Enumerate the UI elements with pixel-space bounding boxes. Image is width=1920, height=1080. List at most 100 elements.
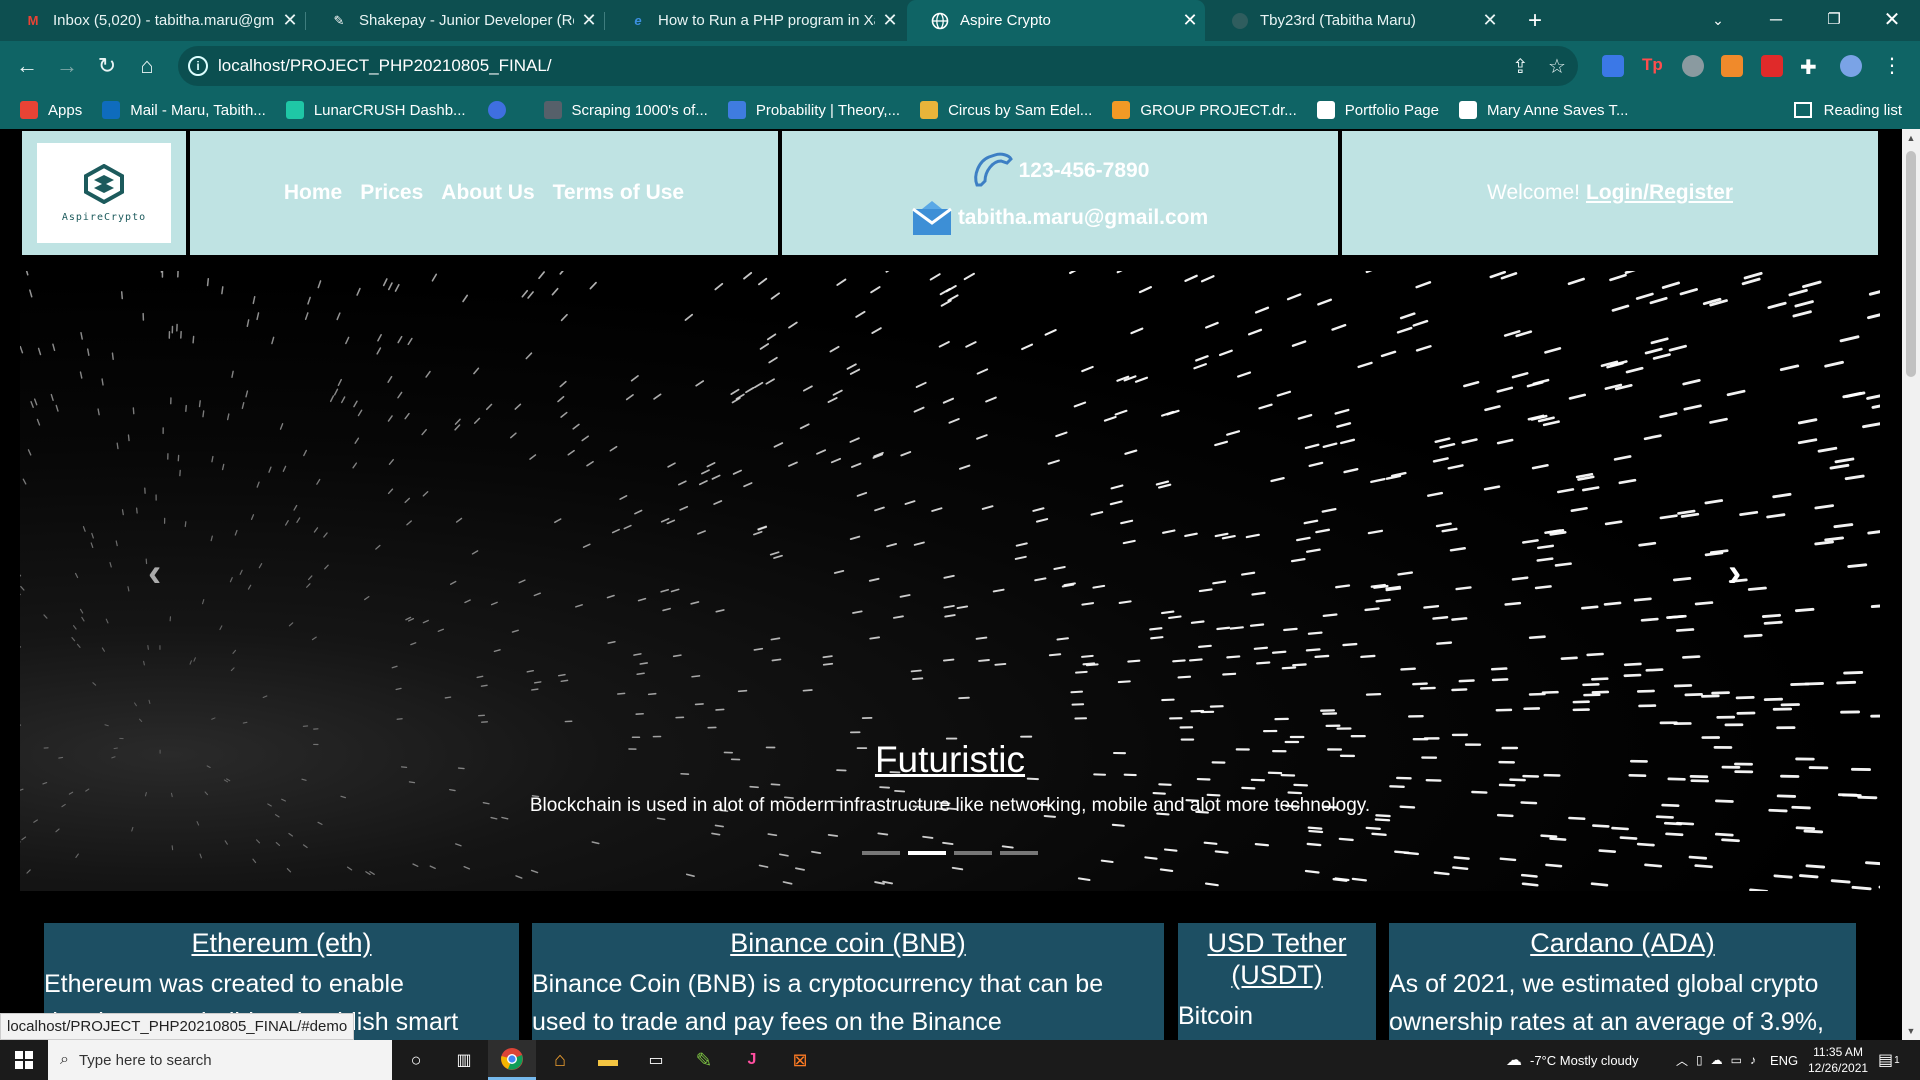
weather-widget[interactable]: ☁ -7°C Mostly cloudy xyxy=(1506,1040,1639,1080)
nav-home[interactable]: Home xyxy=(284,181,342,205)
card-text-line: used to trade and pay fees on the Binanc… xyxy=(532,1008,1002,1036)
chrome-taskbar-icon[interactable] xyxy=(488,1040,536,1080)
tray-chevron-icon[interactable]: ︿ xyxy=(1676,1052,1688,1069)
bookmark-item[interactable]: Circus by Sam Edel... xyxy=(920,101,1092,119)
tab-aspire-crypto[interactable]: Aspire Crypto ✕ xyxy=(907,0,1205,41)
code-editor-icon[interactable]: ✎ xyxy=(680,1040,728,1080)
display-icon[interactable]: ▭ xyxy=(1731,1053,1742,1067)
close-tab-icon[interactable]: ✕ xyxy=(1475,10,1505,31)
task-view-icon[interactable]: ▥ xyxy=(440,1040,488,1080)
gmail-icon: M xyxy=(27,13,39,28)
close-tab-icon[interactable]: ✕ xyxy=(875,10,905,31)
address-bar[interactable]: i localhost/PROJECT_PHP20210805_FINAL/ ⇪… xyxy=(178,46,1578,86)
tab-shakepay[interactable]: ✎ Shakepay - Junior Developer (Re ✕ xyxy=(306,0,604,41)
new-tab-button[interactable]: + xyxy=(1518,4,1552,38)
bookmark-item[interactable]: Probability | Theory,... xyxy=(727,101,900,119)
login-register-link[interactable]: Login/Register xyxy=(1586,181,1733,205)
system-tray[interactable]: ︿ ▯ ☁ ▭ ♪ xyxy=(1676,1040,1756,1080)
card-binance: Binance coin (BNB) Binance Coin (BNB) is… xyxy=(532,923,1164,1040)
card-text-line: Binance Coin (BNB) is a cryptocurrency t… xyxy=(532,970,1104,998)
volume-icon[interactable]: ♪ xyxy=(1750,1053,1756,1067)
metamask-icon[interactable] xyxy=(1721,55,1743,77)
site-logo[interactable]: AspireCrypto xyxy=(37,143,171,243)
tab-gmail[interactable]: M Inbox (5,020) - tabitha.maru@gm ✕ xyxy=(0,0,305,41)
carousel-indicator[interactable] xyxy=(954,851,992,855)
profile-avatar[interactable] xyxy=(1840,55,1862,77)
card-text-line: ownership rates at an average of 3.9%, xyxy=(1389,1008,1824,1036)
close-tab-icon[interactable]: ✕ xyxy=(574,10,604,31)
clock[interactable]: 11:35 AM 12/26/2021 xyxy=(1808,1040,1868,1080)
carousel-next-icon[interactable]: › xyxy=(1728,551,1741,596)
home-app-icon[interactable]: ⌂ xyxy=(536,1040,584,1080)
close-tab-icon[interactable]: ✕ xyxy=(1175,10,1205,31)
card-title[interactable]: Cardano (ADA) xyxy=(1389,927,1856,959)
card-text-line: As of 2021, we estimated global crypto xyxy=(1389,970,1819,998)
tab-search-chevron-icon[interactable]: ⌄ xyxy=(1690,0,1746,41)
tab-php-guide[interactable]: e How to Run a PHP program in Xa ✕ xyxy=(605,0,905,41)
hero-carousel: ‹ › Futuristic Blockchain is used in alo… xyxy=(20,271,1880,891)
close-tab-icon[interactable]: ✕ xyxy=(275,10,305,31)
nav-prices[interactable]: Prices xyxy=(360,181,423,205)
card-title[interactable]: Binance coin (BNB) xyxy=(532,927,1164,959)
scroll-down-icon[interactable]: ▼ xyxy=(1902,1026,1920,1036)
bookmark-star-icon[interactable]: ☆ xyxy=(1548,54,1566,79)
back-button[interactable]: ← xyxy=(10,49,44,83)
forward-button[interactable]: → xyxy=(50,49,84,83)
card-title[interactable]: USD Tether (USDT) xyxy=(1178,927,1376,991)
language-indicator[interactable]: ENG xyxy=(1770,1040,1798,1080)
notification-center-icon[interactable]: ▤ 1 xyxy=(1878,1040,1900,1080)
minimize-button[interactable]: ─ xyxy=(1748,0,1804,41)
terminal-icon[interactable]: ▭ xyxy=(632,1040,680,1080)
url-text[interactable]: localhost/PROJECT_PHP20210805_FINAL/ xyxy=(218,56,552,76)
tab-github[interactable]: Tby23rd (Tabitha Maru) ✕ xyxy=(1207,0,1505,41)
scrollbar-thumb[interactable] xyxy=(1906,151,1916,377)
carousel-indicator[interactable] xyxy=(862,851,900,855)
bookmark-item[interactable] xyxy=(487,101,516,119)
cortana-icon[interactable]: ○ xyxy=(392,1040,440,1080)
email-row: tabitha.maru@gmail.com xyxy=(911,201,1208,235)
card-text-line: Bitcoin xyxy=(1178,1002,1254,1030)
extensions-puzzle-icon[interactable]: ✚ xyxy=(1800,55,1822,79)
onedrive-icon[interactable]: ☁ xyxy=(1711,1053,1723,1067)
acrobat-icon[interactable] xyxy=(1761,55,1783,77)
network-icon[interactable]: ▯ xyxy=(1696,1053,1703,1067)
bookmark-item[interactable]: Mail - Maru, Tabith... xyxy=(102,101,266,119)
file-explorer-icon[interactable]: ▬ xyxy=(584,1040,632,1080)
page-scrollbar[interactable]: ▲ ▼ xyxy=(1902,129,1920,1040)
taskbar-search-input[interactable]: ⌕ Type here to search xyxy=(48,1040,392,1080)
xampp-icon[interactable]: ⊠ xyxy=(776,1040,824,1080)
extension-circle-icon[interactable] xyxy=(1682,55,1704,77)
site-info-icon[interactable]: i xyxy=(188,56,208,76)
reading-list-button[interactable]: Reading list xyxy=(1793,91,1902,129)
reload-button[interactable]: ↻ xyxy=(90,49,124,83)
bookmark-item[interactable]: Mary Anne Saves T... xyxy=(1458,101,1628,119)
carousel-indicator[interactable] xyxy=(908,851,946,855)
bookmark-item[interactable]: LunarCRUSH Dashb... xyxy=(285,101,466,119)
extension-docs-icon[interactable] xyxy=(1602,55,1624,77)
home-button[interactable]: ⌂ xyxy=(130,49,164,83)
share-icon[interactable]: ⇪ xyxy=(1512,54,1529,79)
extension-tp-icon[interactable]: Tp xyxy=(1642,55,1664,77)
windows-start-icon[interactable] xyxy=(0,1040,48,1080)
bookmark-item[interactable]: Scraping 1000's of... xyxy=(543,101,708,119)
card-text-line: Ethereum was created to enable xyxy=(44,970,404,998)
bookmark-favicon-icon xyxy=(727,101,746,119)
menu-kebab-icon[interactable]: ⋮ xyxy=(1882,55,1904,77)
card-usdt: USD Tether (USDT) Bitcoin xyxy=(1178,923,1376,1040)
card-cardano: Cardano (ADA) As of 2021, we estimated g… xyxy=(1389,923,1856,1040)
carousel-prev-icon[interactable]: ‹ xyxy=(148,551,161,596)
card-title[interactable]: Ethereum (eth) xyxy=(44,927,519,959)
bookmark-item[interactable]: Apps xyxy=(20,101,82,119)
bookmark-item[interactable]: Portfolio Page xyxy=(1316,101,1439,119)
jetbrains-icon[interactable]: J xyxy=(728,1040,776,1080)
bookmark-item[interactable]: GROUP PROJECT.dr... xyxy=(1112,101,1297,119)
scroll-up-icon[interactable]: ▲ xyxy=(1902,133,1920,143)
bookmark-favicon-icon xyxy=(543,101,562,119)
close-window-button[interactable]: ✕ xyxy=(1864,0,1920,41)
nav-terms[interactable]: Terms of Use xyxy=(553,181,685,205)
carousel-indicator[interactable] xyxy=(1000,851,1038,855)
slide-title: Futuristic xyxy=(874,739,1026,780)
bookmark-favicon-icon xyxy=(285,101,304,119)
nav-about-us[interactable]: About Us xyxy=(441,181,534,205)
restore-button[interactable]: ❐ xyxy=(1806,0,1862,41)
